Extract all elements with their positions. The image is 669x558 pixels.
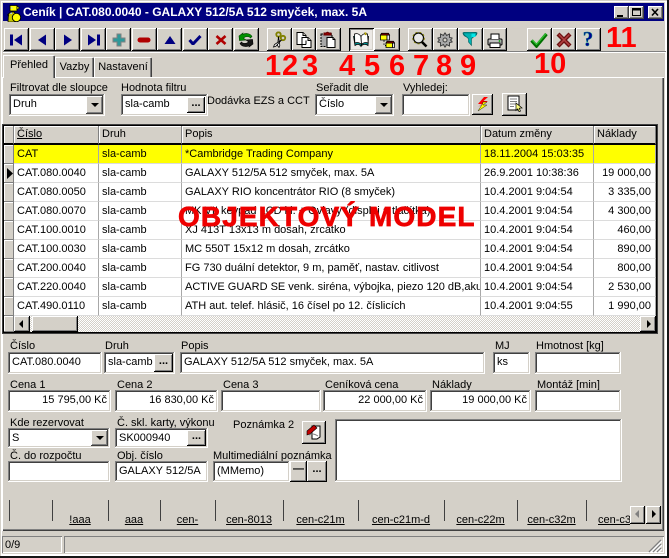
svg-text:?: ? [583, 30, 594, 49]
